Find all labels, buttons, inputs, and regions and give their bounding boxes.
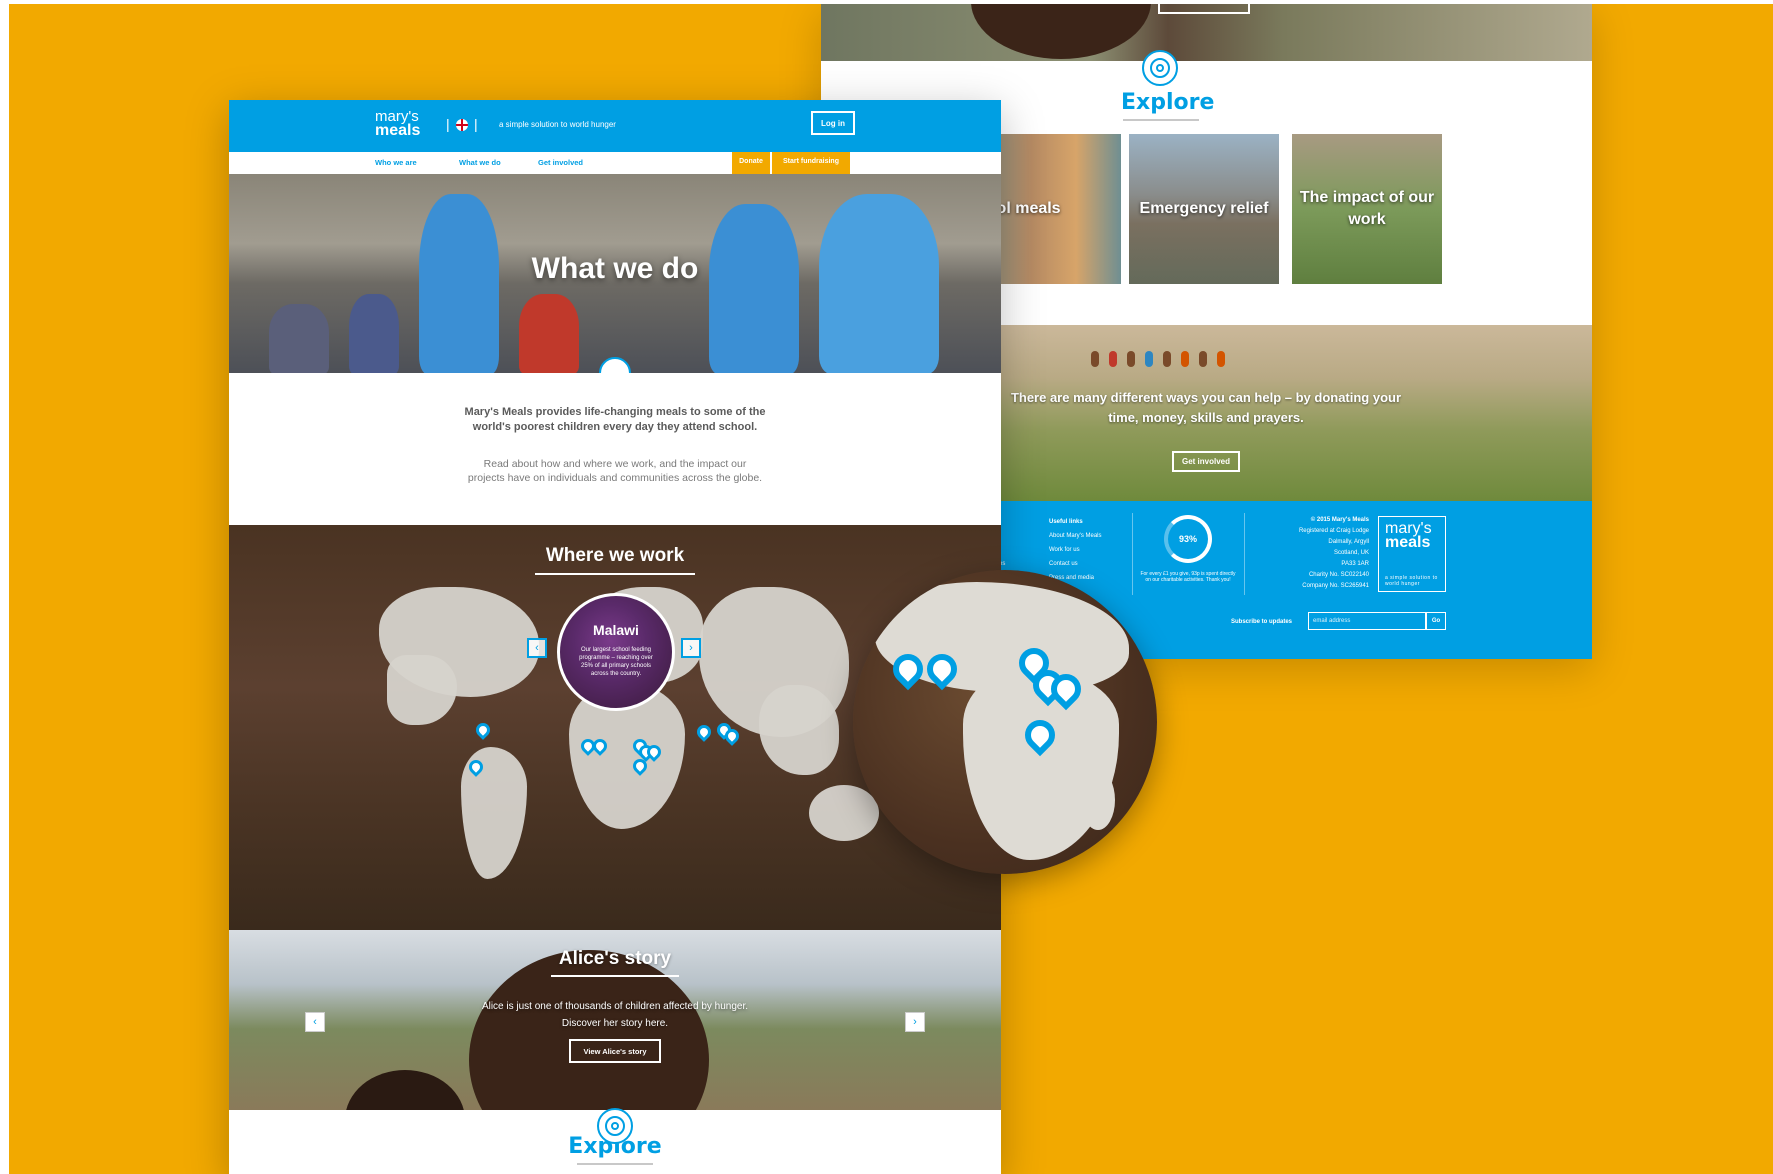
map-pin-icon[interactable] bbox=[694, 722, 714, 742]
banner-text: There are many different ways you can he… bbox=[1010, 390, 1402, 425]
photo-face bbox=[971, 4, 1151, 59]
intro-section: Mary's Meals provides life-changing meal… bbox=[229, 373, 1001, 525]
photo-person bbox=[1163, 351, 1171, 367]
africa-zoom-lens bbox=[853, 570, 1157, 874]
header-tagline: a simple solution to world hunger bbox=[499, 120, 616, 129]
intro-lead: Mary's Meals provides life-changing meal… bbox=[464, 406, 766, 433]
photo-figure bbox=[709, 204, 799, 373]
address-block: © 2015 Mary's Meals Registered at Craig … bbox=[1251, 515, 1369, 592]
view-alice-story-button[interactable]: View Alice's story bbox=[569, 1039, 661, 1063]
target-icon bbox=[1142, 50, 1178, 86]
country-description: Our largest school feeding programme – r… bbox=[579, 647, 653, 677]
header-divider: | bbox=[474, 116, 478, 132]
percent-value: 93% bbox=[1178, 534, 1197, 544]
hero-banner: What we do bbox=[229, 174, 1001, 373]
photo-person bbox=[1145, 351, 1153, 367]
percent-ring: 93% bbox=[1164, 515, 1212, 563]
donate-button[interactable]: Donate bbox=[732, 152, 770, 174]
photo-figure bbox=[519, 294, 579, 373]
address-line: Dalmally, Argyll bbox=[1328, 539, 1369, 545]
tile-emergency-relief[interactable]: Emergency relief bbox=[1129, 134, 1279, 284]
uk-flag-icon[interactable] bbox=[456, 119, 468, 131]
address-line: Registered at Craig Lodge bbox=[1298, 528, 1369, 534]
photo-person bbox=[1199, 351, 1207, 367]
address-line: Company No. SC265941 bbox=[1302, 583, 1369, 589]
nav-item-what-we-do[interactable]: What we do bbox=[459, 158, 501, 167]
photo-person bbox=[1091, 351, 1099, 367]
chevron-right-icon[interactable]: › bbox=[905, 1012, 925, 1032]
header-divider: | bbox=[446, 116, 450, 132]
logo-line: meals bbox=[1385, 534, 1431, 551]
footer-link[interactable]: Contact us bbox=[1049, 557, 1102, 571]
chevron-left-icon[interactable]: ‹ bbox=[527, 638, 547, 658]
photo-face bbox=[345, 1070, 465, 1110]
alice-title: Alice's story bbox=[229, 948, 1001, 977]
photo-person bbox=[1109, 351, 1117, 367]
logo-tagline: a simple solution to world hunger bbox=[1385, 575, 1438, 587]
map-north-america-east bbox=[387, 655, 457, 725]
copyright: © 2015 Mary's Meals bbox=[1310, 517, 1369, 523]
footer-divider bbox=[1244, 513, 1245, 595]
chevron-right-icon[interactable]: › bbox=[681, 638, 701, 658]
photo-person bbox=[1181, 351, 1189, 367]
nav-item-get-involved[interactable]: Get involved bbox=[538, 158, 583, 167]
presentation-board: Explore hool meals Emergency relief The … bbox=[9, 4, 1773, 1174]
email-field[interactable]: email address bbox=[1308, 612, 1426, 630]
zoom-map-madagascar bbox=[1081, 770, 1115, 830]
map-australia bbox=[809, 785, 879, 841]
get-involved-button[interactable]: Get involved bbox=[1172, 451, 1241, 472]
address-line: PA33 1AR bbox=[1341, 561, 1369, 567]
photo-person bbox=[1127, 351, 1135, 367]
where-we-work-title: Where we work bbox=[229, 545, 1001, 575]
map-pin-icon[interactable] bbox=[473, 720, 493, 740]
logo-line[interactable]: meals bbox=[375, 123, 420, 139]
address-line: Charity No. SC022140 bbox=[1308, 572, 1369, 578]
chevron-left-icon[interactable]: ‹ bbox=[305, 1012, 325, 1032]
footer-link[interactable]: About Mary's Meals bbox=[1049, 529, 1102, 543]
main-nav: Who we are What we do Get involved Donat… bbox=[229, 152, 1001, 174]
photo-figure bbox=[349, 294, 399, 373]
percent-note: For every £1 you give, 93p is spent dire… bbox=[1140, 571, 1236, 583]
photo-button-frame bbox=[1158, 4, 1250, 14]
hero-title: What we do bbox=[531, 252, 699, 285]
address-line: Scotland, UK bbox=[1333, 550, 1369, 556]
alice-story-section: Alice's story Alice is just one of thous… bbox=[229, 930, 1001, 1110]
explore-title: Explore bbox=[1121, 90, 1214, 121]
nav-item-who-we-are[interactable]: Who we are bbox=[375, 158, 417, 167]
start-fundraising-button[interactable]: Start fundraising bbox=[772, 152, 850, 174]
country-popup[interactable]: Malawi Our largest school feeding progra… bbox=[557, 593, 675, 711]
useful-links: Useful links About Mary's Meals Work for… bbox=[1049, 515, 1102, 585]
map-south-asia bbox=[759, 685, 839, 775]
intro-body: Read about how and where we work, and th… bbox=[467, 458, 763, 484]
footer-link[interactable]: Work for us bbox=[1049, 543, 1102, 557]
country-name: Malawi bbox=[593, 622, 639, 638]
footer-divider bbox=[1132, 513, 1133, 595]
login-button[interactable]: Log in bbox=[811, 111, 855, 135]
tile-impact[interactable]: The impact of our work bbox=[1292, 134, 1442, 284]
target-icon bbox=[597, 1108, 633, 1144]
go-button[interactable]: Go bbox=[1426, 612, 1446, 630]
photo-person bbox=[1217, 351, 1225, 367]
site-header: mary's meals | | a simple solution to wo… bbox=[229, 100, 1001, 152]
alice-description: Alice is just one of thousands of childr… bbox=[481, 1001, 749, 1029]
alice-photo-strip bbox=[821, 4, 1592, 61]
useful-links-heading: Useful links bbox=[1049, 519, 1083, 525]
footer-logo: mary's meals a simple solution to world … bbox=[1378, 516, 1446, 592]
subscribe-label: Subscribe to updates bbox=[1231, 619, 1293, 625]
tile-label: The impact of our work bbox=[1299, 189, 1435, 228]
tile-label: Emergency relief bbox=[1139, 200, 1269, 217]
photo-figure bbox=[269, 304, 329, 373]
